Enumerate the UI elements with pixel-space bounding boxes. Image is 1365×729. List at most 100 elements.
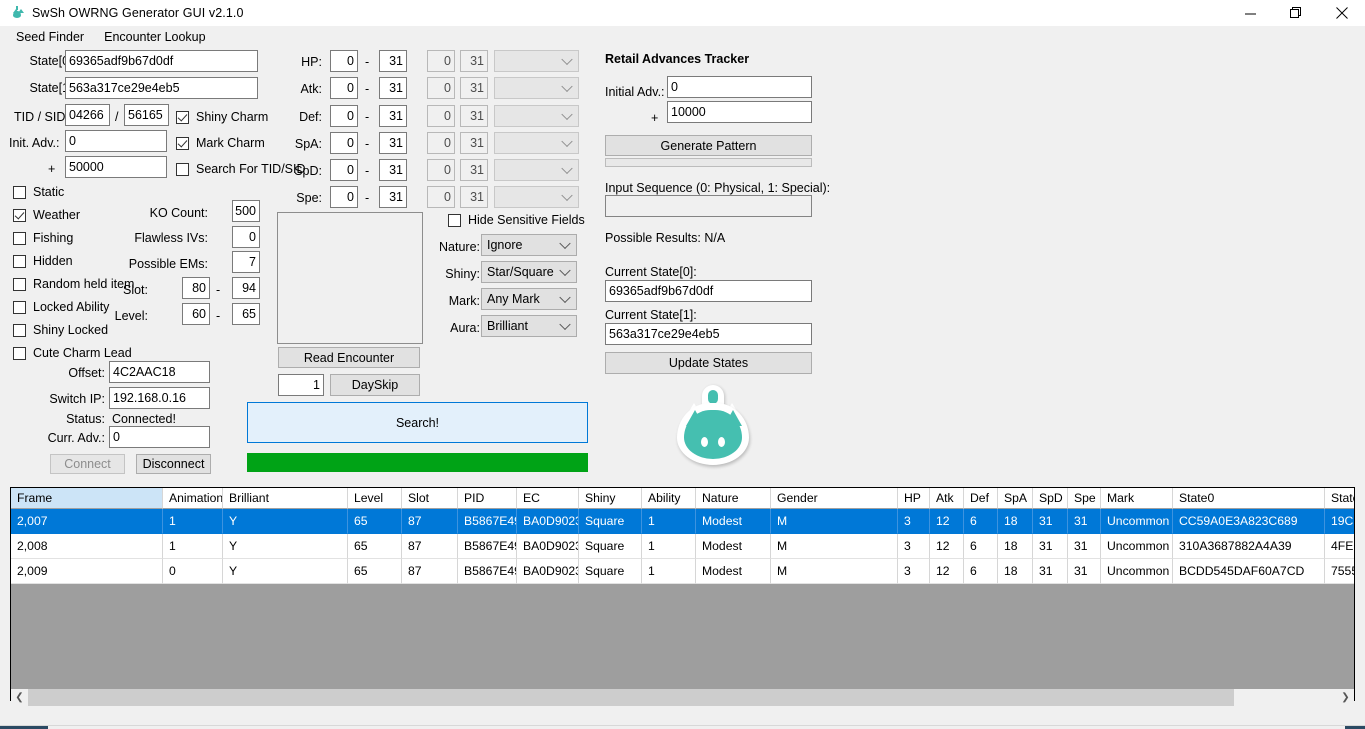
connect-button[interactable]: Connect [50, 454, 125, 474]
column-header-def[interactable]: Def [964, 488, 998, 509]
column-header-spa[interactable]: SpA [998, 488, 1033, 509]
state0-input[interactable]: 69365adf9b67d0df [65, 50, 258, 72]
init-adv-input[interactable]: 0 [65, 130, 167, 152]
init-adv-range-input[interactable]: 50000 [65, 156, 167, 178]
iv-spa-max-input[interactable]: 31 [379, 132, 407, 154]
scroll-right-arrow-icon[interactable]: ❯ [1337, 689, 1354, 706]
dayskip-button[interactable]: DaySkip [330, 374, 420, 396]
cell-spe: 31 [1068, 534, 1101, 559]
filter-cute-charm-lead-checkbox[interactable]: Cute Charm Lead [13, 346, 132, 360]
offset-input[interactable]: 4C2AAC18 [109, 361, 210, 383]
search-button[interactable]: Search! [247, 402, 588, 443]
iv-spd-min-input[interactable]: 0 [330, 159, 358, 181]
iv-hp-min-input[interactable]: 0 [330, 50, 358, 72]
mark-select[interactable]: Any Mark [481, 288, 577, 310]
mark-charm-checkbox[interactable]: Mark Charm [176, 136, 265, 150]
iv-atk-max-input[interactable]: 31 [379, 77, 407, 99]
search-progress-bar [247, 453, 588, 472]
iv-atk-min-input[interactable]: 0 [330, 77, 358, 99]
table-row[interactable]: 2,008 1 Y 65 87 B5867E49 BA0D9023 Square 1 Modest… [11, 534, 1354, 559]
menu-seed-finder[interactable]: Seed Finder [8, 28, 92, 46]
iv-hp-select[interactable] [494, 50, 579, 72]
iv-spa-select[interactable] [494, 132, 579, 154]
possible-ems-input[interactable]: 7 [232, 251, 260, 273]
restore-icon[interactable] [1273, 0, 1319, 26]
state1-input[interactable]: 563a317ce29e4eb5 [65, 77, 258, 99]
scroll-left-arrow-icon[interactable]: ❮ [11, 689, 28, 706]
column-header-hp[interactable]: HP [898, 488, 930, 509]
column-header-nature[interactable]: Nature [696, 488, 771, 509]
close-icon[interactable] [1319, 0, 1365, 26]
iv-atk-select[interactable] [494, 77, 579, 99]
hide-sensitive-fields-checkbox[interactable]: Hide Sensitive Fields [448, 213, 585, 227]
update-states-button[interactable]: Update States [605, 352, 812, 374]
level-min-input[interactable]: 60 [182, 303, 210, 325]
sid-input[interactable]: 56165 [124, 104, 169, 126]
shiny-charm-checkbox[interactable]: Shiny Charm [176, 110, 268, 124]
dayskip-count-input[interactable]: 1 [278, 374, 324, 396]
aura-select[interactable]: Brilliant [481, 315, 577, 337]
column-header-ec[interactable]: EC [517, 488, 579, 509]
column-header-spd[interactable]: SpD [1033, 488, 1068, 509]
flawless-ivs-input[interactable]: 0 [232, 226, 260, 248]
iv-def-max-input[interactable]: 31 [379, 105, 407, 127]
filter-static-checkbox[interactable]: Static [13, 185, 64, 199]
tid-input[interactable]: 04266 [65, 104, 110, 126]
column-header-animation[interactable]: Animation [163, 488, 223, 509]
column-header-atk[interactable]: Atk [930, 488, 964, 509]
iv-spd-select[interactable] [494, 159, 579, 181]
results-grid[interactable]: Frame Animation Brilliant Level Slot PID EC Shi… [10, 487, 1355, 701]
table-row[interactable]: 2,007 1 Y 65 87 B5867E49 BA0D9023 Square 1 Modest… [11, 509, 1354, 534]
menu-encounter-lookup[interactable]: Encounter Lookup [96, 28, 213, 46]
iv-def-select[interactable] [494, 105, 579, 127]
iv-def-disabled-max: 31 [460, 105, 488, 127]
initial-adv-input[interactable]: 0 [667, 76, 812, 98]
filter-locked-ability-checkbox[interactable]: Locked Ability [13, 300, 109, 314]
input-sequence-input[interactable] [605, 195, 812, 217]
level-max-input[interactable]: 65 [232, 303, 260, 325]
results-horizontal-scrollbar[interactable]: ❮ ❯ [11, 689, 1354, 706]
column-header-state1[interactable]: State1 [1325, 488, 1354, 509]
scroll-track[interactable] [28, 689, 1337, 706]
iv-spa-min-input[interactable]: 0 [330, 132, 358, 154]
filter-fishing-checkbox[interactable]: Fishing [13, 231, 73, 245]
shiny-select[interactable]: Star/Square [481, 261, 577, 283]
current-state0-input[interactable]: 69365adf9b67d0df [605, 280, 812, 302]
column-header-mark[interactable]: Mark [1101, 488, 1173, 509]
iv-spe-max-input[interactable]: 31 [379, 186, 407, 208]
column-header-frame[interactable]: Frame [11, 488, 163, 509]
column-header-ability[interactable]: Ability [642, 488, 696, 509]
disconnect-button[interactable]: Disconnect [136, 454, 211, 474]
scroll-thumb[interactable] [28, 689, 1234, 706]
column-header-spe[interactable]: Spe [1068, 488, 1101, 509]
filter-weather-checkbox[interactable]: Weather [13, 208, 80, 222]
switch-ip-input[interactable]: 192.168.0.16 [109, 387, 210, 409]
iv-spd-max-input[interactable]: 31 [379, 159, 407, 181]
nature-select[interactable]: Ignore [481, 234, 577, 256]
iv-hp-max-input[interactable]: 31 [379, 50, 407, 72]
random-held-item-checkbox-box [13, 277, 26, 291]
column-header-pid[interactable]: PID [458, 488, 517, 509]
column-header-brilliant[interactable]: Brilliant [223, 488, 348, 509]
filter-shiny-locked-checkbox[interactable]: Shiny Locked [13, 323, 108, 337]
slot-min-input[interactable]: 80 [182, 277, 210, 299]
current-state1-input[interactable]: 563a317ce29e4eb5 [605, 323, 812, 345]
iv-def-min-input[interactable]: 0 [330, 105, 358, 127]
slot-max-input[interactable]: 94 [232, 277, 260, 299]
filter-hidden-checkbox[interactable]: Hidden [13, 254, 73, 268]
column-header-shiny[interactable]: Shiny [579, 488, 642, 509]
column-header-level[interactable]: Level [348, 488, 402, 509]
cell-frame: 2,008 [11, 534, 163, 559]
minimize-icon[interactable] [1227, 0, 1273, 26]
iv-spe-min-input[interactable]: 0 [330, 186, 358, 208]
ko-count-input[interactable]: 500 [232, 200, 260, 222]
column-header-slot[interactable]: Slot [402, 488, 458, 509]
tracker-range-input[interactable]: 10000 [667, 101, 812, 123]
column-header-gender[interactable]: Gender [771, 488, 898, 509]
column-header-state0[interactable]: State0 [1173, 488, 1325, 509]
iv-spe-select[interactable] [494, 186, 579, 208]
curr-adv-input[interactable]: 0 [109, 426, 210, 448]
generate-pattern-button[interactable]: Generate Pattern [605, 135, 812, 156]
table-row[interactable]: 2,009 0 Y 65 87 B5867E49 BA0D9023 Square 1 Modest… [11, 559, 1354, 584]
read-encounter-button[interactable]: Read Encounter [278, 347, 420, 368]
